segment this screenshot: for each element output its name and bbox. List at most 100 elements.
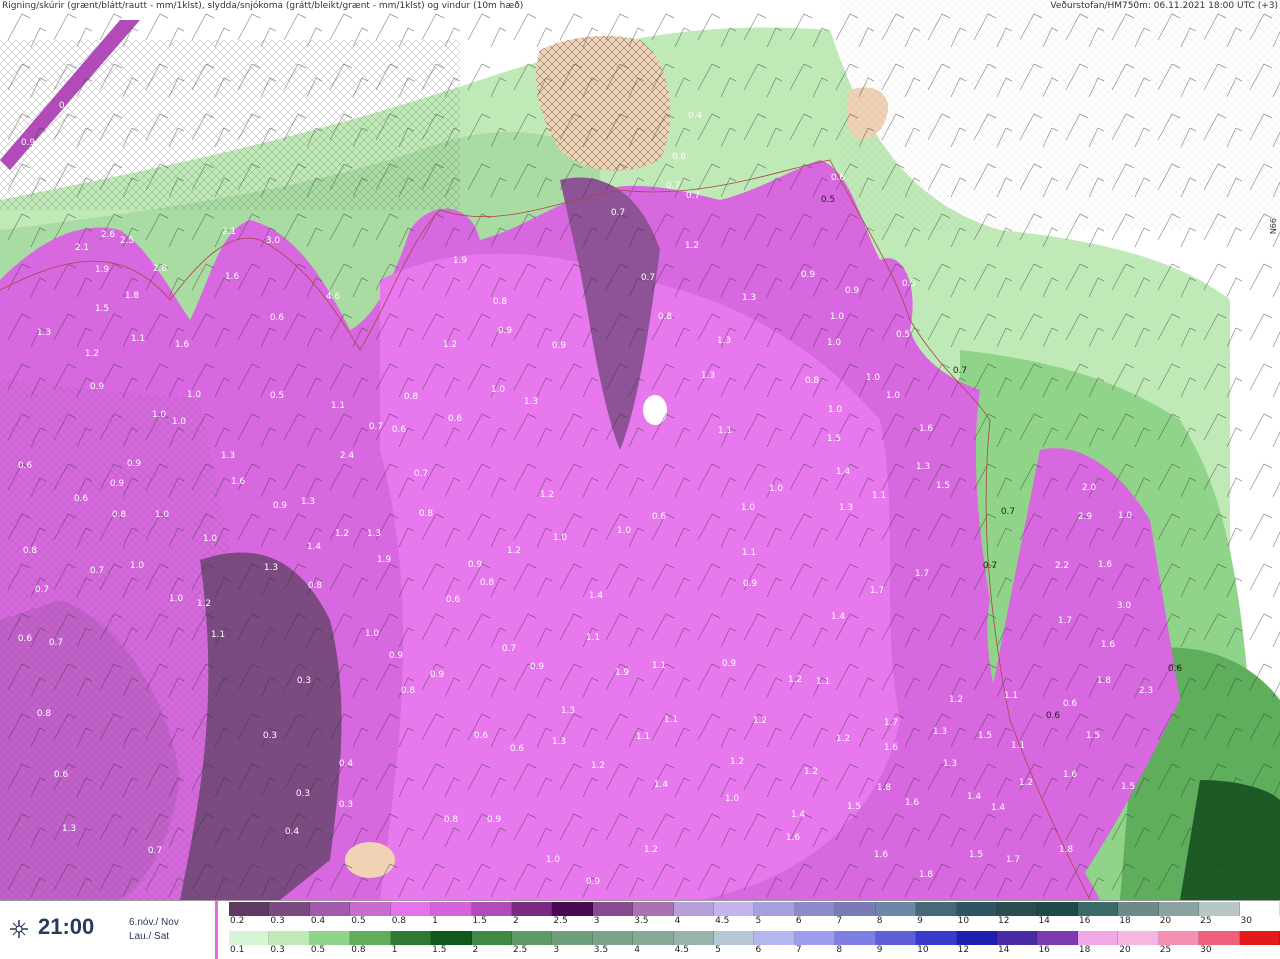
precip-value: 2.1 [75, 243, 89, 253]
scale-swatch [511, 902, 553, 916]
precip-value: 1.8 [1059, 845, 1074, 855]
scale-swatch [309, 902, 351, 916]
scale-tick: 30 [1200, 945, 1212, 955]
map-title: Rigning/skúrir (grænt/blátt/rautt - mm/1… [2, 1, 524, 11]
precip-value: 0.5 [902, 279, 916, 289]
scale-swatch [1158, 902, 1200, 916]
precip-value: 2.9 [1078, 512, 1093, 522]
precip-value: 0.6 [831, 173, 846, 183]
precip-value: 1.6 [905, 798, 920, 808]
precip-value: 1.1 [331, 401, 345, 411]
precip-value: 1.7 [1058, 616, 1072, 626]
precip-value: 0.3 [297, 676, 311, 686]
precip-value: 2.4 [340, 451, 355, 461]
precip-value: 1.1 [742, 548, 756, 558]
precip-value: 1.2 [949, 695, 963, 705]
scale-tick: 4 [674, 916, 681, 926]
time-panel: 21:00 6.nóv./ Nov Lau./ Sat [0, 901, 218, 959]
precip-value: 0.9 [487, 815, 502, 825]
scale-tick: 0.4 [310, 916, 326, 926]
precip-value: 0.4 [339, 759, 354, 769]
scale-tick: 2 [472, 945, 479, 955]
precip-value: 1.8 [877, 783, 892, 793]
precip-value: 4.6 [326, 292, 341, 302]
precip-value: 0.8 [112, 510, 127, 520]
scale-tick: 5 [755, 916, 762, 926]
precip-value: 3.0 [1117, 601, 1132, 611]
precip-value: 2.3 [1139, 686, 1153, 696]
scale-swatch [390, 931, 432, 945]
precip-value: 1.7 [884, 718, 898, 728]
scale-tick: 16 [1038, 945, 1050, 955]
precip-value: 1.3 [916, 462, 930, 472]
precip-value: 1.4 [967, 792, 982, 802]
precip-value: 0.9 [127, 459, 142, 469]
scale-swatch [269, 931, 310, 945]
scale-swatch [754, 902, 795, 916]
precip-value: 1.4 [836, 467, 851, 477]
precip-value: 2.6 [101, 230, 116, 240]
precip-value: 1.1 [718, 426, 732, 436]
scale-tick: 4.5 [715, 916, 730, 926]
precip-value: 1.1 [131, 334, 145, 344]
precip-value: 1.6 [874, 850, 889, 860]
precip-value: 1.5 [969, 850, 983, 860]
scale-tick: 5 [715, 945, 721, 955]
forecast-time-icon[interactable] [8, 918, 30, 940]
model-run-info: Veðurstofan/HM750m: 06.11.2021 18:00 UTC… [1050, 1, 1278, 11]
scale-swatch [1239, 931, 1280, 945]
precip-value: 1.2 [644, 845, 658, 855]
precip-value: 0.6 [270, 313, 285, 323]
precip-value: 1.8 [125, 291, 140, 301]
scale-swatch [1199, 902, 1240, 916]
precip-value: 0.6 [1063, 699, 1078, 709]
precip-value: 0.4 [688, 111, 703, 121]
precip-value: 1.4 [791, 810, 806, 820]
forecast-date: 6.nóv./ Nov [129, 917, 179, 928]
precip-value: 1.5 [978, 731, 992, 741]
scale-tick: 8 [836, 945, 843, 955]
scale-tick: 2.5 [553, 916, 568, 926]
scale-tick: 7 [795, 945, 802, 955]
precip-value: 1.5 [1086, 731, 1100, 741]
scale-swatch [794, 931, 836, 945]
precip-value: 0.7 [35, 585, 49, 595]
scale-swatch [835, 902, 876, 916]
precip-value: 1.2 [443, 340, 457, 350]
precip-value: 2.2 [1055, 561, 1069, 571]
scale-swatch [673, 902, 715, 916]
scale-swatch [875, 902, 917, 916]
precip-value: 1.8 [1097, 676, 1112, 686]
precip-value: 1.6 [786, 833, 801, 843]
scale-tick: 18 [1119, 916, 1131, 926]
precip-value: 1.3 [524, 397, 538, 407]
scale-tick: 4 [634, 945, 640, 955]
precipitation-map: 0.6 0.9 0.2 2.6 2.5 2.1 2.8 1.9 1.8 1.5 1.3 1.2 1.1 1… [0, 0, 1280, 900]
rain-color-scale [229, 931, 1280, 945]
precip-value: 1.3 [221, 451, 235, 461]
precip-value: 0.6 [448, 414, 463, 424]
scale-tick: 2 [512, 916, 519, 926]
precip-value: 1.2 [85, 349, 99, 359]
precip-value: 0.9 [743, 579, 758, 589]
forecast-weekday: Lau./ Sat [129, 931, 170, 942]
scale-tick: 1.5 [432, 945, 447, 955]
scale-tick: 1 [432, 916, 438, 926]
scale-swatch [633, 902, 674, 916]
precip-value: 1.5 [847, 802, 861, 812]
precip-value: 0.6 [474, 731, 489, 741]
precip-value: 1.2 [507, 546, 521, 556]
precip-value: 1.3 [742, 293, 756, 303]
precip-value: 1.0 [828, 405, 843, 415]
scale-swatch [511, 931, 553, 945]
scale-tick: 10 [957, 916, 970, 926]
precip-value: 1.5 [827, 434, 841, 444]
precip-value: 3.0 [266, 236, 281, 246]
scale-swatch [956, 931, 998, 945]
precip-value: 0.3 [263, 731, 277, 741]
scale-tick: 0.8 [351, 945, 366, 955]
precip-value: 0.6 [18, 461, 33, 471]
scale-tick: 3 [553, 945, 560, 955]
precip-value: 0.6 [18, 634, 33, 644]
precip-value: 1.4 [831, 612, 846, 622]
